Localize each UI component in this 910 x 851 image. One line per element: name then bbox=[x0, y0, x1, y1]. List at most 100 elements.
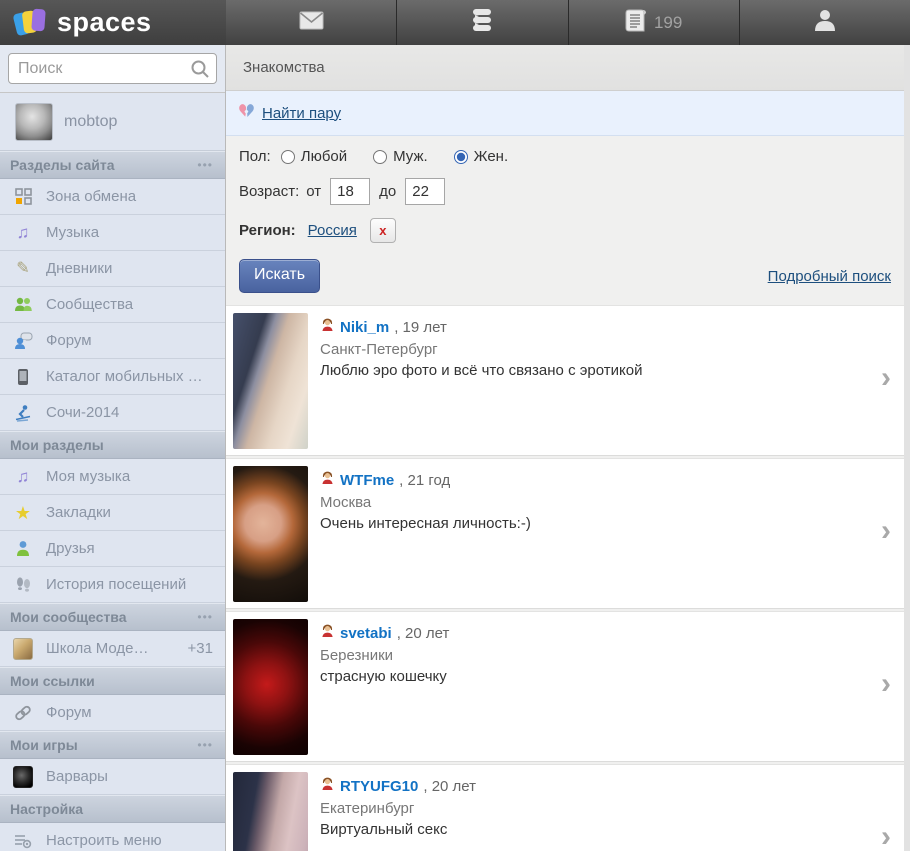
section-menu-dots-icon[interactable]: ••• bbox=[197, 738, 213, 752]
friend-person-icon bbox=[13, 539, 33, 559]
search-submit-button[interactable]: Искать bbox=[239, 259, 321, 293]
profile-photo[interactable] bbox=[233, 313, 308, 449]
age-label: Возраст: bbox=[239, 183, 300, 200]
menu-settings-icon bbox=[13, 831, 33, 851]
sidebar-item-friends[interactable]: Друзья bbox=[0, 531, 225, 567]
result-username[interactable]: Niki_m bbox=[340, 319, 389, 336]
sidebar-item-link-forum[interactable]: Форум bbox=[0, 695, 225, 731]
sidebar-item-label: Школа Моде… bbox=[46, 640, 149, 657]
section-menu-dots-icon[interactable]: ••• bbox=[197, 610, 213, 624]
gender-option-female[interactable]: Жен. bbox=[453, 148, 508, 165]
profile-photo[interactable] bbox=[233, 466, 308, 602]
sidebar-item-sochi-2014[interactable]: Сочи-2014 bbox=[0, 395, 225, 431]
sidebar-item-label: Настроить меню bbox=[46, 832, 162, 849]
sidebar-item-music[interactable]: ♫ Музыка bbox=[0, 215, 225, 251]
age-filter-row: Возраст: от до bbox=[239, 178, 891, 205]
result-row-wtfme[interactable]: WTFme , 21 год Москва Очень интересная л… bbox=[226, 458, 904, 609]
result-row-niki-m[interactable]: Niki_m , 19 лет Санкт-Петербург Люблю эр… bbox=[226, 305, 904, 456]
sidebar-item-label: Музыка bbox=[46, 224, 100, 241]
age-to-input[interactable] bbox=[405, 178, 446, 205]
female-user-icon bbox=[320, 776, 335, 796]
sidebar-item-label: Моя музыка bbox=[46, 468, 131, 485]
result-username[interactable]: RTYUFG10 bbox=[340, 778, 418, 795]
section-title: Разделы сайта bbox=[10, 157, 115, 173]
sidebar-item-exchange-zone[interactable]: Зона обмена bbox=[0, 179, 225, 215]
profile-photo[interactable] bbox=[233, 772, 308, 851]
sidebar-item-label: Дневники bbox=[46, 260, 113, 277]
sidebar-item-community-shkola[interactable]: Школа Моде… +31 bbox=[0, 631, 225, 667]
section-title: Мои игры bbox=[10, 737, 78, 753]
female-user-icon bbox=[320, 470, 335, 490]
skier-icon bbox=[13, 403, 33, 423]
search-input[interactable] bbox=[8, 53, 217, 84]
section-menu-dots-icon[interactable]: ••• bbox=[197, 158, 213, 172]
gender-radio-female[interactable] bbox=[453, 149, 468, 164]
section-header-my-links: Мои ссылки bbox=[0, 667, 225, 695]
sidebar-item-diaries[interactable]: ✎ Дневники bbox=[0, 251, 225, 287]
page-title: Знакомства bbox=[243, 59, 325, 76]
user-profile-row[interactable]: mobtop bbox=[0, 93, 225, 151]
sidebar-item-my-music[interactable]: ♫ Моя музыка bbox=[0, 459, 225, 495]
result-row-rtyufg10[interactable]: RTYUFG10 , 20 лет Екатеринбург Виртуальн… bbox=[226, 764, 904, 851]
section-header-settings: Настройка bbox=[0, 795, 225, 823]
find-pair-link[interactable]: Найти пару bbox=[262, 105, 341, 122]
sidebar-item-label: Варвары bbox=[46, 768, 108, 785]
tab-mail[interactable] bbox=[226, 0, 397, 45]
result-city: Санкт-Петербург bbox=[320, 341, 438, 358]
gender-option-any[interactable]: Любой bbox=[280, 148, 347, 165]
gender-radio-male[interactable] bbox=[373, 149, 388, 164]
spaces-logo-icon bbox=[12, 7, 48, 39]
communities-people-icon bbox=[13, 295, 33, 315]
result-row-svetabi[interactable]: svetabi , 20 лет Березники страсную коше… bbox=[226, 611, 904, 762]
sidebar-item-label: Закладки bbox=[46, 504, 111, 521]
exchange-grid-icon bbox=[13, 187, 33, 207]
main-content: Знакомства Найти пару Пол: Любой Муж. Же… bbox=[226, 45, 904, 851]
logo[interactable]: spaces bbox=[0, 0, 226, 45]
find-pair-row: Найти пару bbox=[226, 91, 904, 136]
music-note-icon: ♫ bbox=[16, 466, 30, 486]
user-name: mobtop bbox=[64, 112, 118, 130]
community-avatar bbox=[13, 637, 33, 660]
region-value-link[interactable]: Россия bbox=[308, 222, 357, 239]
tab-profile[interactable] bbox=[738, 0, 910, 45]
sidebar-item-configure-menu[interactable]: Настроить меню bbox=[0, 823, 225, 851]
sidebar-item-label: Сочи-2014 bbox=[46, 404, 120, 421]
result-username[interactable]: svetabi bbox=[340, 625, 392, 642]
gender-radio-any[interactable] bbox=[280, 149, 295, 164]
footprints-icon bbox=[13, 575, 33, 595]
gender-filter-row: Пол: Любой Муж. Жен. bbox=[239, 148, 891, 165]
events-count: 199 bbox=[653, 12, 683, 32]
sidebar-item-bookmarks[interactable]: ★ Закладки bbox=[0, 495, 225, 531]
region-filter-row: Регион: Россия x bbox=[239, 218, 891, 243]
page-title-bar: Знакомства bbox=[226, 45, 904, 91]
sidebar-item-visit-history[interactable]: История посещений bbox=[0, 567, 225, 603]
sidebar-item-communities[interactable]: Сообщества bbox=[0, 287, 225, 323]
search-icon[interactable] bbox=[190, 59, 210, 84]
section-title: Мои сообщества bbox=[10, 609, 127, 625]
chain-link-icon bbox=[13, 703, 33, 723]
filter-actions-row: Искать Подробный поиск bbox=[239, 259, 891, 293]
section-header-my-communities: Мои сообщества ••• bbox=[0, 603, 225, 631]
tab-events[interactable]: 199 bbox=[567, 0, 739, 45]
age-from-input[interactable] bbox=[330, 178, 371, 205]
sidebar-item-mobile-catalog[interactable]: Каталог мобильных … bbox=[0, 359, 225, 395]
region-remove-button[interactable]: x bbox=[369, 218, 396, 243]
chevron-right-icon[interactable]: › bbox=[881, 515, 891, 546]
chevron-right-icon[interactable]: › bbox=[881, 362, 891, 393]
result-age: , 19 лет bbox=[394, 318, 447, 336]
sidebar-item-game-varvary[interactable]: Варвары bbox=[0, 759, 225, 795]
star-icon: ★ bbox=[14, 502, 32, 523]
profile-photo[interactable] bbox=[233, 619, 308, 755]
advanced-search-link[interactable]: Подробный поиск bbox=[768, 268, 891, 285]
chevron-right-icon[interactable]: › bbox=[881, 668, 891, 699]
gender-option-male[interactable]: Муж. bbox=[373, 148, 428, 165]
logo-text: spaces bbox=[57, 7, 152, 37]
chevron-right-icon[interactable]: › bbox=[881, 821, 891, 851]
result-username[interactable]: WTFme bbox=[340, 472, 394, 489]
section-header-my-sections: Мои разделы bbox=[0, 431, 225, 459]
result-description: Очень интересная личность:-) bbox=[320, 515, 531, 532]
tab-forums[interactable] bbox=[396, 0, 568, 45]
sidebar-item-forum[interactable]: Форум bbox=[0, 323, 225, 359]
forums-icon bbox=[469, 8, 495, 37]
search-results-list: Niki_m , 19 лет Санкт-Петербург Люблю эр… bbox=[226, 305, 904, 851]
